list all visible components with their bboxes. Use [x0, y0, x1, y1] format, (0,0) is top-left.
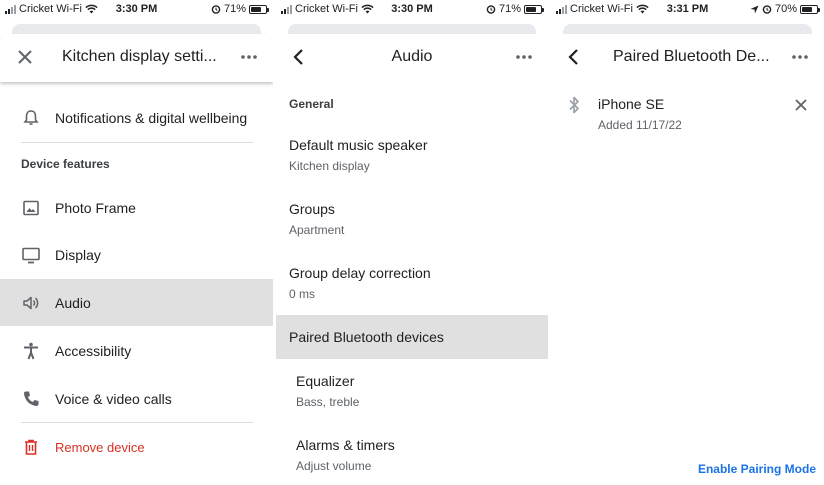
battery-icon	[800, 4, 820, 14]
monitor-icon	[22, 247, 40, 264]
remove-device-button[interactable]: Remove device	[0, 427, 273, 467]
feature-accessibility[interactable]: Accessibility	[0, 329, 273, 373]
divider	[21, 422, 253, 423]
background-sheet	[563, 24, 812, 34]
paired-bluetooth-devices-screen: Cricket Wi-Fi 3:31 PM 70% Paired Bluetoo…	[551, 0, 824, 485]
setting-title: Groups	[289, 201, 335, 217]
page-title: Kitchen display setti...	[62, 48, 217, 65]
alarm-icon	[211, 5, 221, 14]
battery-icon	[249, 4, 269, 14]
setting-title: Paired Bluetooth devices	[289, 329, 444, 345]
battery-icon	[524, 4, 544, 14]
background-sheet	[288, 24, 536, 34]
battery-percent: 71%	[223, 3, 246, 15]
bell-icon	[23, 110, 39, 125]
setting-subtitle: 0 ms	[289, 287, 316, 301]
trash-icon	[25, 439, 37, 455]
feature-audio[interactable]: Audio	[0, 279, 273, 326]
setting-alarms-timers[interactable]: Alarms & timers Adjust volume	[276, 428, 548, 484]
battery-level-fill	[802, 6, 812, 12]
section-general: General	[289, 97, 334, 111]
alarm-icon	[762, 5, 772, 14]
setting-equalizer[interactable]: Equalizer Bass, treble	[276, 364, 548, 420]
setting-title: Alarms & timers	[296, 437, 395, 453]
accessibility-icon	[24, 342, 38, 360]
more-horizontal-icon[interactable]	[514, 47, 534, 67]
app-bar: Kitchen display setti...	[0, 34, 273, 82]
status-bar: Cricket Wi-Fi 3:30 PM 71%	[0, 0, 273, 18]
section-device-features: Device features	[21, 157, 110, 171]
more-horizontal-icon[interactable]	[790, 47, 810, 67]
paired-device-row: iPhone SE Added 11/17/22	[551, 88, 824, 138]
feature-photo-frame[interactable]: Photo Frame	[0, 186, 273, 230]
feature-label: Audio	[55, 295, 91, 311]
battery-level-fill	[251, 6, 261, 12]
setting-group-delay-correction[interactable]: Group delay correction 0 ms	[276, 256, 548, 312]
page-title: Audio	[391, 48, 433, 65]
remove-device-close-icon[interactable]	[794, 98, 808, 112]
feature-voice-video-calls[interactable]: Voice & video calls	[0, 377, 273, 421]
phone-icon	[23, 391, 39, 407]
audio-settings-screen: Cricket Wi-Fi 3:30 PM 71% Audio General …	[276, 0, 548, 485]
status-bar: Cricket Wi-Fi 3:31 PM 70%	[551, 0, 824, 18]
location-arrow-icon	[750, 4, 759, 14]
feature-label: Display	[55, 247, 101, 263]
page-title: Paired Bluetooth De...	[613, 48, 770, 65]
device-name: iPhone SE	[598, 96, 665, 112]
enable-pairing-mode-link[interactable]: Enable Pairing Mode	[698, 462, 816, 476]
close-icon[interactable]	[14, 46, 36, 68]
setting-subtitle: Kitchen display	[289, 159, 370, 173]
divider	[21, 142, 253, 143]
remove-device-label: Remove device	[55, 440, 145, 455]
setting-subtitle: Bass, treble	[296, 395, 360, 409]
battery-level-fill	[526, 6, 536, 12]
notifications-wellbeing-item[interactable]: Notifications & digital wellbeing	[0, 96, 273, 140]
battery-percent: 70%	[774, 3, 797, 15]
feature-label: Accessibility	[55, 343, 132, 359]
kitchen-display-settings-screen: Cricket Wi-Fi 3:30 PM 71% Kitchen displa…	[0, 0, 273, 485]
status-bar: Cricket Wi-Fi 3:30 PM 71%	[276, 0, 548, 18]
feature-label: Photo Frame	[55, 200, 136, 216]
app-bar: Audio	[276, 34, 548, 82]
setting-title: Group delay correction	[289, 265, 431, 281]
feature-display[interactable]: Display	[0, 233, 273, 278]
speaker-icon	[23, 296, 39, 310]
notifications-wellbeing-label: Notifications & digital wellbeing	[55, 110, 248, 126]
battery-percent: 71%	[498, 3, 521, 15]
background-sheet	[12, 24, 261, 34]
setting-groups[interactable]: Groups Apartment	[276, 192, 548, 248]
device-added-date: Added 11/17/22	[598, 118, 682, 132]
setting-paired-bluetooth-devices[interactable]: Paired Bluetooth devices	[276, 315, 548, 359]
alarm-icon	[486, 5, 496, 14]
more-horizontal-icon[interactable]	[239, 47, 259, 67]
setting-title: Equalizer	[296, 373, 355, 389]
setting-subtitle: Adjust volume	[296, 459, 372, 473]
app-bar: Paired Bluetooth De...	[551, 34, 824, 82]
feature-label: Voice & video calls	[55, 391, 172, 407]
setting-subtitle: Apartment	[289, 223, 345, 237]
setting-default-music-speaker[interactable]: Default music speaker Kitchen display	[276, 128, 548, 184]
setting-title: Default music speaker	[289, 137, 428, 153]
photo-icon	[23, 200, 39, 216]
back-arrow-icon[interactable]	[563, 46, 585, 68]
bluetooth-icon	[569, 96, 579, 114]
